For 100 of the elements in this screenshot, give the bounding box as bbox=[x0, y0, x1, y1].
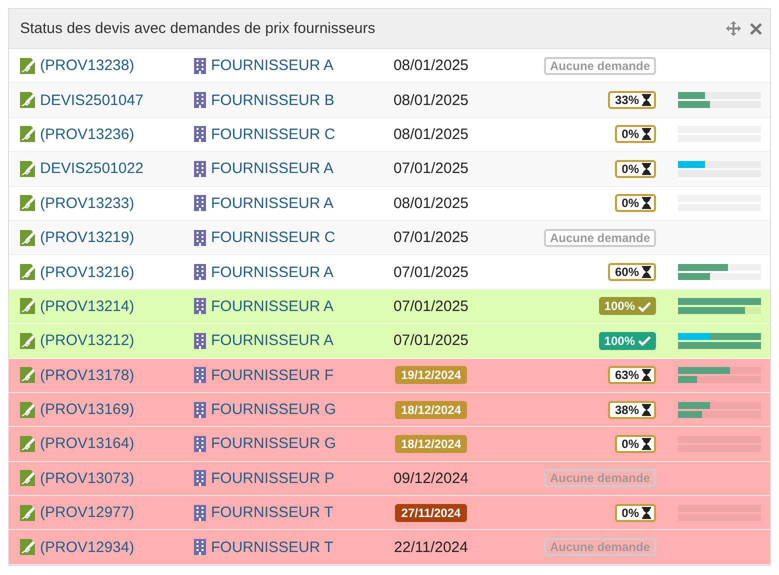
hourglass-icon bbox=[642, 128, 651, 140]
date-badge: 27/11/2024 bbox=[395, 504, 467, 522]
status-badge: 100% bbox=[599, 297, 656, 316]
quote-link[interactable]: (PROV13216) bbox=[40, 264, 134, 281]
hourglass-icon bbox=[642, 266, 651, 278]
supplier-link[interactable]: FOURNISSEUR A bbox=[211, 194, 334, 212]
building-icon bbox=[194, 539, 206, 556]
quote-link[interactable]: (PROV13238) bbox=[40, 57, 134, 74]
date-text: 07/01/2025 bbox=[393, 332, 469, 350]
document-edit-icon bbox=[20, 504, 35, 521]
hourglass-icon bbox=[642, 369, 651, 382]
date-text: 22/11/2024 bbox=[394, 538, 468, 556]
supplier-link[interactable]: FOURNISSEUR T bbox=[211, 504, 334, 522]
quote-link[interactable]: (PROV13219) bbox=[40, 229, 134, 246]
quote-link[interactable]: DEVIS2501047 bbox=[40, 92, 144, 109]
date-text: 08/01/2025 bbox=[393, 194, 469, 212]
quote-link[interactable]: (PROV12934) bbox=[40, 538, 134, 556]
status-badge: 63% bbox=[608, 366, 656, 384]
supplier-link[interactable]: FOURNISSEUR F bbox=[211, 366, 334, 384]
supplier-link[interactable]: FOURNISSEUR A bbox=[211, 298, 334, 315]
document-edit-icon bbox=[20, 367, 35, 384]
date-badge: 18/12/2024 bbox=[394, 400, 468, 419]
quote-link[interactable]: (PROV13233) bbox=[40, 194, 134, 212]
building-icon bbox=[194, 332, 206, 349]
building-icon bbox=[194, 160, 206, 177]
status-badge: 33% bbox=[608, 91, 656, 110]
quote-link[interactable]: (PROV13178) bbox=[40, 366, 134, 384]
status-badge: Aucune demande bbox=[544, 56, 656, 75]
document-edit-icon bbox=[20, 539, 35, 556]
quote-link[interactable]: (PROV13073) bbox=[40, 470, 134, 487]
status-badge: Aucune demande bbox=[544, 469, 656, 488]
status-badge: Aucune demande bbox=[544, 538, 656, 556]
document-edit-icon bbox=[20, 126, 35, 142]
date-text: 08/01/2025 bbox=[393, 126, 469, 143]
document-edit-icon bbox=[20, 264, 35, 280]
document-edit-icon bbox=[20, 436, 35, 452]
hourglass-icon bbox=[642, 162, 651, 175]
status-badge: 100% bbox=[599, 332, 656, 350]
document-edit-icon bbox=[20, 230, 35, 246]
supplier-link[interactable]: FOURNISSEUR C bbox=[211, 229, 336, 246]
date-text: 07/01/2025 bbox=[393, 229, 469, 246]
hourglass-icon bbox=[642, 94, 651, 106]
date-text: 07/01/2025 bbox=[393, 298, 469, 315]
building-icon bbox=[194, 92, 206, 108]
document-edit-icon bbox=[20, 160, 35, 177]
hourglass-icon bbox=[642, 506, 651, 519]
hourglass-icon bbox=[642, 404, 651, 416]
building-icon bbox=[194, 504, 206, 521]
quote-link[interactable]: (PROV13212) bbox=[40, 332, 134, 350]
status-badge: 0% bbox=[614, 160, 656, 178]
quote-link[interactable]: DEVIS2501022 bbox=[40, 160, 144, 178]
supplier-link[interactable]: FOURNISSEUR A bbox=[211, 160, 334, 178]
status-badge: 38% bbox=[608, 400, 656, 419]
building-icon bbox=[194, 367, 206, 384]
building-icon bbox=[194, 436, 206, 452]
check-icon bbox=[638, 335, 651, 346]
hourglass-icon bbox=[642, 197, 651, 210]
supplier-link[interactable]: FOURNISSEUR C bbox=[211, 126, 336, 143]
close-icon[interactable] bbox=[750, 22, 762, 34]
date-text: 07/01/2025 bbox=[393, 160, 469, 178]
status-badge: Aucune demande bbox=[544, 228, 656, 247]
date-text: 09/12/2024 bbox=[393, 470, 469, 487]
document-edit-icon bbox=[20, 470, 35, 486]
date-text: 08/01/2025 bbox=[393, 57, 469, 74]
date-badge: 18/12/2024 bbox=[394, 434, 468, 453]
quote-link[interactable]: (PROV12977) bbox=[40, 504, 134, 522]
document-edit-icon bbox=[20, 92, 35, 108]
panel-title: Status des devis avec demandes de prix fournisseurs bbox=[20, 20, 376, 37]
status-badge: 0% bbox=[614, 125, 656, 144]
supplier-link[interactable]: FOURNISSEUR B bbox=[211, 92, 334, 109]
supplier-link[interactable]: FOURNISSEUR T bbox=[211, 538, 334, 556]
building-icon bbox=[194, 264, 206, 280]
building-icon bbox=[194, 195, 206, 212]
supplier-link[interactable]: FOURNISSEUR A bbox=[211, 264, 334, 281]
building-icon bbox=[194, 58, 206, 74]
quote-link[interactable]: (PROV13236) bbox=[40, 126, 134, 143]
check-icon bbox=[638, 300, 651, 312]
building-icon bbox=[194, 298, 206, 314]
building-icon bbox=[194, 470, 206, 486]
status-badge: 60% bbox=[608, 263, 656, 282]
document-edit-icon bbox=[20, 298, 35, 314]
building-icon bbox=[194, 126, 206, 142]
quote-link[interactable]: (PROV13169) bbox=[40, 401, 134, 418]
status-badge: 0% bbox=[614, 504, 656, 522]
supplier-link[interactable]: FOURNISSEUR A bbox=[211, 332, 334, 350]
date-text: 07/01/2025 bbox=[393, 264, 469, 281]
document-edit-icon bbox=[20, 195, 35, 212]
status-badge: 0% bbox=[614, 434, 656, 453]
quote-link[interactable]: (PROV13164) bbox=[40, 435, 134, 452]
date-badge: 19/12/2024 bbox=[394, 366, 468, 384]
date-text: 08/01/2025 bbox=[393, 92, 469, 109]
supplier-link[interactable]: FOURNISSEUR G bbox=[211, 435, 336, 452]
status-badge: 0% bbox=[614, 194, 656, 212]
supplier-link[interactable]: FOURNISSEUR P bbox=[211, 470, 334, 487]
supplier-link[interactable]: FOURNISSEUR A bbox=[211, 57, 334, 74]
supplier-link[interactable]: FOURNISSEUR G bbox=[211, 401, 336, 418]
document-edit-icon bbox=[20, 402, 35, 418]
quote-link[interactable]: (PROV13214) bbox=[40, 298, 134, 315]
move-icon[interactable] bbox=[726, 21, 741, 36]
building-icon bbox=[194, 402, 206, 418]
